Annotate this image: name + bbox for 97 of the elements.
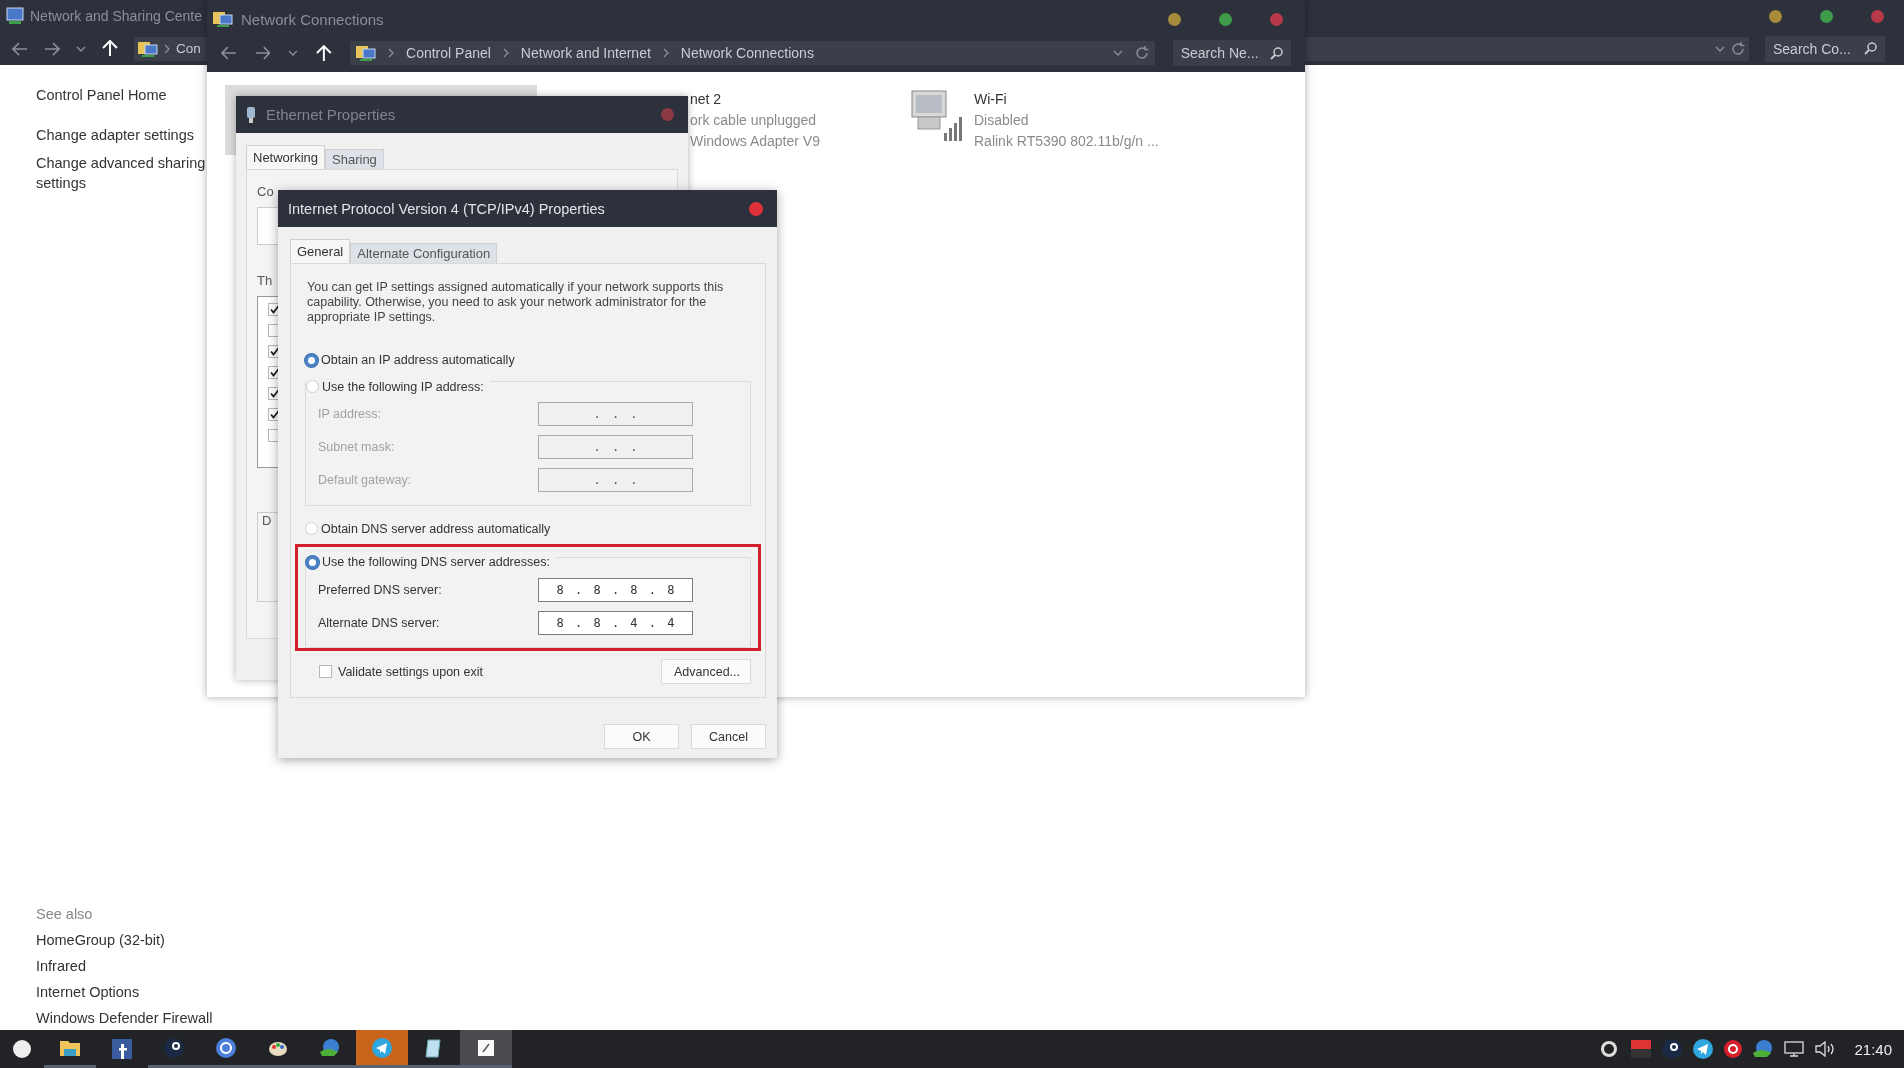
paper-plane-icon[interactable] bbox=[1693, 1039, 1714, 1059]
field-label: Alternate DNS server: bbox=[318, 615, 441, 630]
search-field[interactable]: Search Co... bbox=[1765, 35, 1885, 62]
caret-icon[interactable] bbox=[76, 45, 86, 52]
mixer-icon[interactable] bbox=[1631, 1040, 1652, 1058]
tab[interactable]: Alternate Configuration bbox=[350, 243, 498, 263]
adapter-status: ork cable unplugged bbox=[690, 111, 818, 130]
advanced-button[interactable]: Advanced... bbox=[661, 659, 751, 684]
clock[interactable]: 21:40 bbox=[1854, 1040, 1892, 1058]
radio-label[interactable]: Use the following IP address: bbox=[322, 379, 484, 394]
maximize-button[interactable] bbox=[1820, 9, 1833, 23]
field-label: Co bbox=[257, 184, 274, 199]
adapter-device: Windows Adapter V9 bbox=[690, 132, 820, 151]
apps-menu-icon[interactable] bbox=[13, 1040, 31, 1058]
document-icon[interactable] bbox=[478, 1039, 494, 1056]
tab[interactable]: General bbox=[290, 239, 351, 263]
radio-label[interactable]: Obtain DNS server address automatically bbox=[321, 521, 551, 536]
chevron-icon bbox=[502, 48, 509, 58]
refresh-icon[interactable] bbox=[1731, 41, 1745, 56]
section-heading: See also bbox=[36, 906, 93, 922]
computer-signal-icon bbox=[908, 89, 964, 143]
notepad-icon[interactable] bbox=[424, 1037, 444, 1058]
breadcrumb-item[interactable]: Control Panel bbox=[406, 45, 491, 61]
radio-button[interactable] bbox=[306, 380, 319, 393]
network-folder-icon bbox=[213, 10, 233, 28]
up-arrow-icon[interactable] bbox=[102, 40, 118, 57]
network-icon bbox=[6, 7, 24, 25]
round-logo-icon[interactable] bbox=[1724, 1040, 1743, 1058]
network-folder-icon bbox=[138, 39, 158, 58]
caret-icon[interactable] bbox=[1715, 45, 1725, 52]
field-label: Subnet mask: bbox=[318, 440, 396, 454]
sidebar-link[interactable]: Control Panel Home bbox=[36, 87, 167, 103]
dialog-button[interactable]: OK bbox=[604, 724, 679, 749]
sidebar-link[interactable]: Internet Options bbox=[36, 984, 140, 1000]
close-button[interactable] bbox=[749, 201, 763, 216]
ip-address-field[interactable]: 8 . 8 . 8 . 8 bbox=[538, 577, 693, 602]
tab[interactable]: Sharing bbox=[325, 149, 384, 169]
adapter-status: Disabled bbox=[974, 111, 1030, 130]
field-label: Preferred DNS server: bbox=[318, 582, 443, 597]
radio-button[interactable] bbox=[306, 555, 319, 569]
chevron-icon bbox=[164, 43, 170, 54]
dialog-button[interactable]: Cancel bbox=[691, 724, 766, 749]
tab[interactable]: Networking bbox=[246, 145, 326, 169]
chevron-icon bbox=[388, 48, 395, 58]
back-icon[interactable] bbox=[221, 46, 237, 60]
window-title: Network Connections bbox=[241, 10, 384, 28]
adapter-name[interactable]: Wi-Fi bbox=[974, 89, 1159, 110]
folder-icon[interactable] bbox=[60, 1038, 80, 1057]
sidebar-link[interactable]: HomeGroup (32-bit) bbox=[36, 932, 165, 948]
window-title: Network and Sharing Cente bbox=[30, 8, 202, 24]
window-title: Internet Protocol Version 4 (TCP/IPv4) Properties bbox=[288, 200, 605, 217]
minimize-button[interactable] bbox=[1769, 9, 1782, 23]
checkbox[interactable] bbox=[319, 665, 332, 678]
sidebar-link[interactable]: Change advanced sharing settings bbox=[36, 153, 211, 193]
adapter-device: Ralink RT5390 802.11b/g/n ... bbox=[974, 132, 1159, 151]
field-label: Default gateway: bbox=[318, 473, 413, 487]
caret-icon[interactable] bbox=[1112, 50, 1123, 56]
forward-icon[interactable] bbox=[254, 46, 271, 60]
sidebar-link[interactable]: Infrared bbox=[36, 958, 86, 974]
group-label: D bbox=[262, 513, 272, 528]
field-label: IP address: bbox=[318, 407, 382, 421]
sidebar-link[interactable]: Change adapter settings bbox=[36, 127, 194, 143]
up-arrow-icon[interactable] bbox=[316, 44, 333, 62]
ip-address-field[interactable]: 8 . 8 . 4 . 4 bbox=[538, 610, 693, 635]
radio-label[interactable]: Obtain an IP address automatically bbox=[321, 353, 515, 367]
checkbox-label[interactable]: Validate settings upon exit bbox=[338, 664, 483, 679]
adapter-icon bbox=[246, 105, 256, 124]
disc-icon[interactable] bbox=[164, 1037, 184, 1058]
taskbar-button[interactable] bbox=[460, 1030, 512, 1068]
breadcrumb-item[interactable]: Con bbox=[176, 41, 201, 56]
breadcrumb-item[interactable]: Network Connections bbox=[680, 45, 814, 61]
radio-button[interactable] bbox=[305, 522, 318, 535]
maximize-button[interactable] bbox=[1219, 12, 1232, 26]
minimize-button[interactable] bbox=[1168, 12, 1181, 26]
search-icon[interactable] bbox=[1864, 42, 1877, 55]
back-icon[interactable] bbox=[12, 41, 28, 56]
window-title: Ethernet Properties bbox=[266, 106, 396, 123]
chevron-icon bbox=[662, 48, 669, 58]
refresh-icon[interactable] bbox=[1134, 46, 1149, 60]
network-folder-icon bbox=[356, 44, 377, 62]
description-text: You can get IP settings assigned automatically if your network supports this capability. Otherwise, you need to ask your network administrator for the appropriate IP settings. bbox=[307, 280, 725, 325]
caret-icon[interactable] bbox=[288, 50, 299, 56]
breadcrumb-item[interactable]: Network and Internet bbox=[520, 45, 651, 61]
sidebar-link[interactable]: Windows Defender Firewall bbox=[36, 1010, 213, 1026]
app-tile-icon[interactable] bbox=[112, 1039, 132, 1059]
address-bar[interactable]: Control Panel Network and Internet Network Connections bbox=[350, 41, 1155, 65]
disc-icon[interactable] bbox=[1662, 1039, 1683, 1059]
radio-button[interactable] bbox=[305, 353, 318, 367]
ring-icon[interactable] bbox=[216, 1037, 236, 1058]
adapter-name[interactable]: net 2 bbox=[690, 89, 820, 110]
radio-label[interactable]: Use the following DNS server addresses: bbox=[322, 555, 550, 569]
field-label: Th bbox=[257, 273, 273, 288]
taskbar-button[interactable] bbox=[356, 1030, 408, 1068]
search-field[interactable]: Search Ne... bbox=[1172, 40, 1291, 66]
search-icon[interactable] bbox=[1270, 46, 1283, 60]
monitor-icon[interactable] bbox=[1784, 1041, 1805, 1057]
forward-icon[interactable] bbox=[44, 41, 60, 56]
